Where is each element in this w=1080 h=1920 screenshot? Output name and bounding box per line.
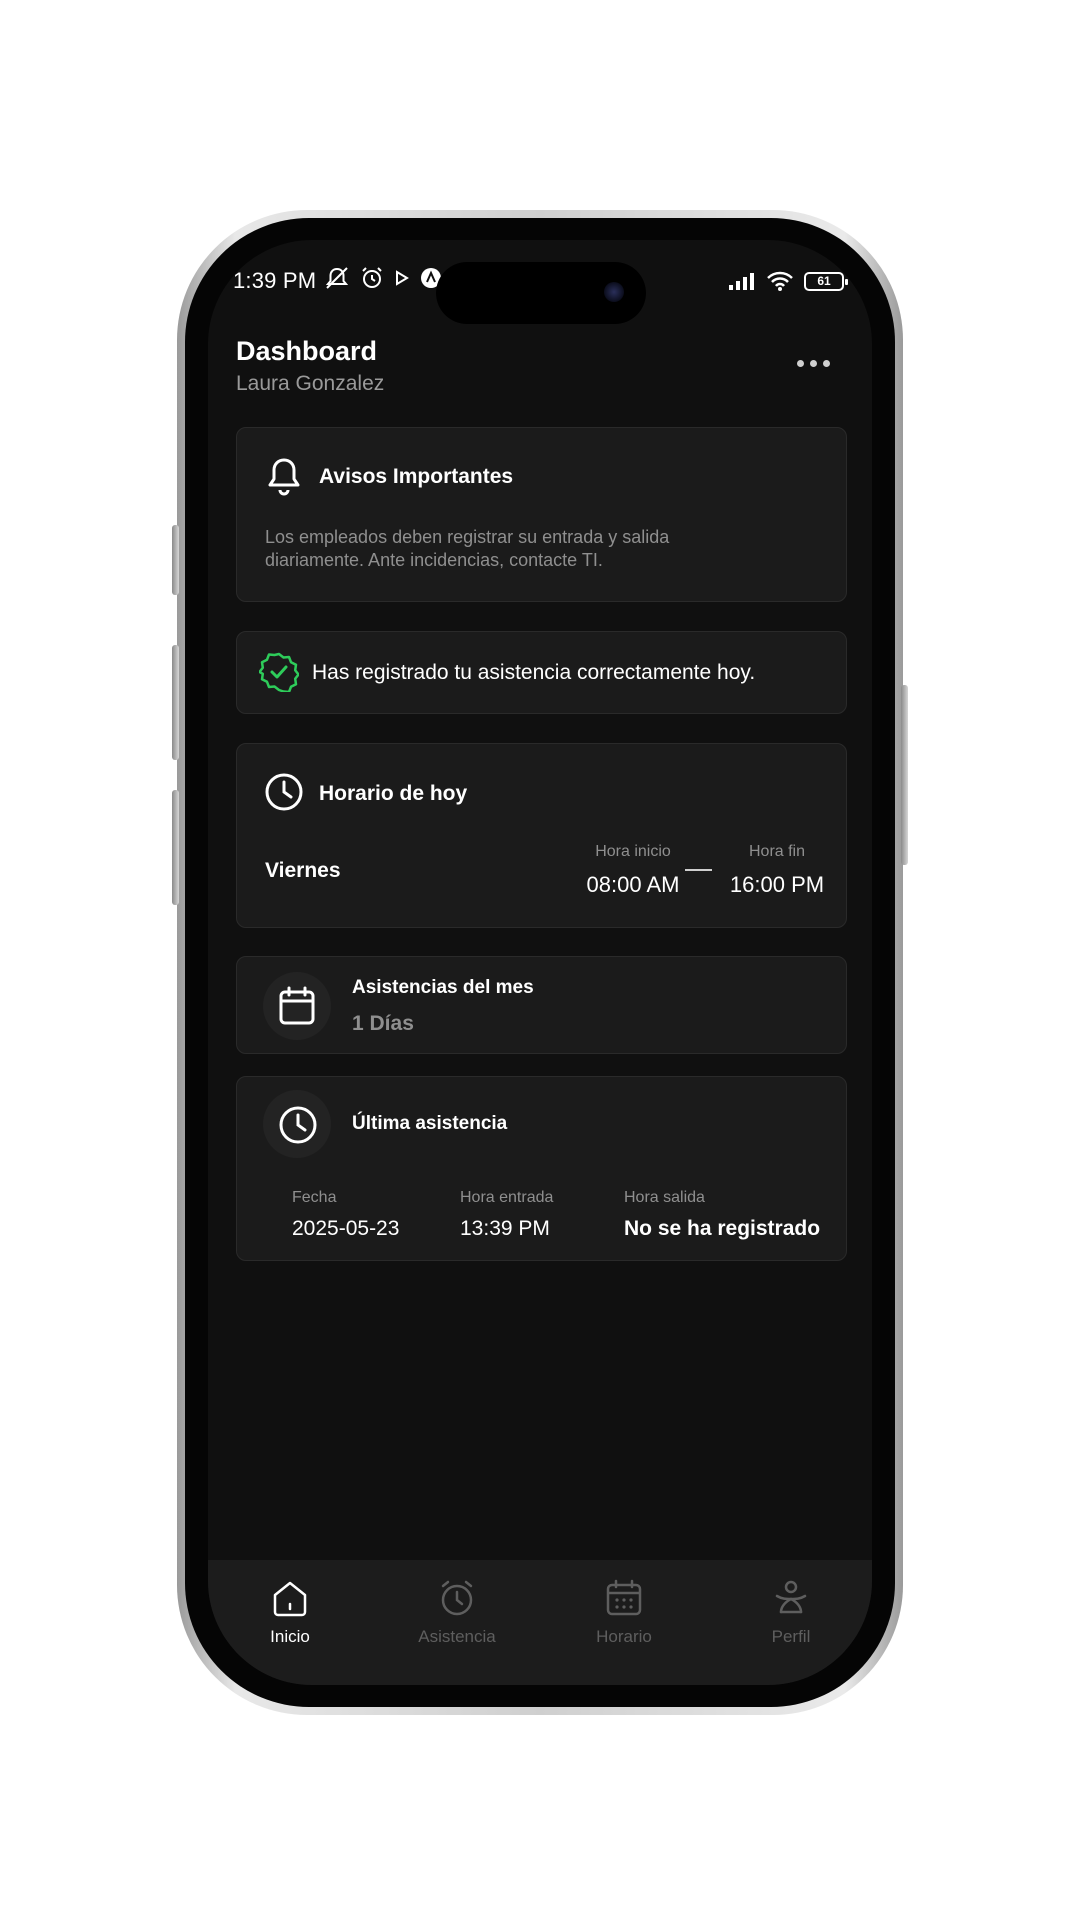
status-icons-right: 61	[728, 270, 848, 292]
user-name: Laura Gonzalez	[236, 372, 385, 395]
notice-card: Avisos Importantes Los empleados deben r…	[236, 427, 847, 602]
schedule-card: Horario de hoy Viernes Hora inicio 08:00…	[236, 743, 847, 928]
calendar-icon	[606, 1579, 642, 1616]
last-attendance-card: Última asistencia Fecha 2025-05-23 Hora …	[236, 1076, 847, 1261]
nav-label-perfil: Perfil	[771, 1627, 811, 1646]
end-time-value: 16:00 PM	[729, 872, 825, 897]
nav-item-asistencia[interactable]: Asistencia	[397, 1578, 517, 1647]
monthly-title: Asistencias del mes	[352, 977, 534, 998]
more-dot-icon	[797, 360, 804, 367]
status-bar: 1:39 PM 61	[208, 240, 872, 324]
page-title: Dashboard	[236, 336, 378, 366]
nav-label-horario: Horario	[596, 1627, 652, 1646]
date-value: 2025-05-23	[292, 1217, 400, 1240]
alarm-icon	[362, 267, 382, 288]
alarm-clock-icon	[441, 1580, 473, 1616]
entry-time-value: 13:39 PM	[460, 1217, 550, 1240]
person-icon	[775, 1580, 807, 1614]
nav-label-inicio: Inicio	[270, 1627, 310, 1646]
nav-label-asistencia: Asistencia	[418, 1627, 496, 1646]
start-time-label: Hora inicio	[595, 843, 671, 860]
nav-item-inicio[interactable]: Inicio	[230, 1578, 350, 1647]
entry-time-label: Hora entrada	[460, 1189, 554, 1206]
camera-icon	[604, 282, 624, 302]
action-button	[172, 525, 179, 595]
wifi-icon	[767, 271, 793, 291]
end-time-label: Hora fin	[748, 843, 806, 860]
last-attendance-title: Última asistencia	[352, 1113, 508, 1134]
attendance-status-message: Has registrado tu asistencia correctamen…	[312, 661, 756, 684]
attendance-status-card: Has registrado tu asistencia correctamen…	[236, 631, 847, 714]
app-screen: 1:39 PM 61 Dashboard Laura Gonzalez Avis…	[208, 240, 872, 1685]
status-icons-left	[324, 266, 442, 290]
signal-icon	[729, 273, 754, 290]
power-button	[901, 685, 908, 865]
bell-muted-icon	[325, 267, 349, 289]
notice-title: Avisos Importantes	[319, 465, 514, 488]
volume-down-button	[172, 790, 179, 905]
battery-icon: 61	[804, 271, 848, 291]
calendar-icon	[279, 986, 315, 1025]
exit-time-label: Hora salida	[624, 1189, 705, 1206]
exit-time-value: No se ha registrado	[624, 1217, 821, 1240]
status-time: 1:39 PM	[233, 268, 317, 293]
more-options-button[interactable]	[797, 360, 830, 367]
notice-text: Los empleados deben registrar su entrada…	[265, 527, 670, 570]
monthly-value: 1 Días	[352, 1012, 414, 1035]
schedule-day: Viernes	[265, 859, 341, 882]
monthly-attendance-card[interactable]: Asistencias del mes 1 Días	[236, 956, 847, 1054]
verified-check-icon	[259, 652, 299, 692]
nav-item-horario[interactable]: Horario	[564, 1578, 684, 1647]
time-separator	[685, 869, 712, 871]
home-icon	[273, 1581, 307, 1617]
play-icon	[396, 270, 409, 286]
more-dot-icon	[823, 360, 830, 367]
more-dot-icon	[810, 360, 817, 367]
date-label: Fecha	[292, 1189, 337, 1206]
nav-item-perfil[interactable]: Perfil	[731, 1578, 851, 1647]
start-time-value: 08:00 AM	[586, 872, 680, 897]
clock-icon	[279, 1106, 317, 1144]
dynamic-island	[436, 262, 646, 324]
clock-icon	[265, 773, 303, 811]
bottom-navigation: Inicio Asistencia Horario Perfil	[208, 1560, 872, 1685]
schedule-title: Horario de hoy	[319, 782, 468, 805]
volume-up-button	[172, 645, 179, 760]
bell-icon	[268, 458, 300, 496]
